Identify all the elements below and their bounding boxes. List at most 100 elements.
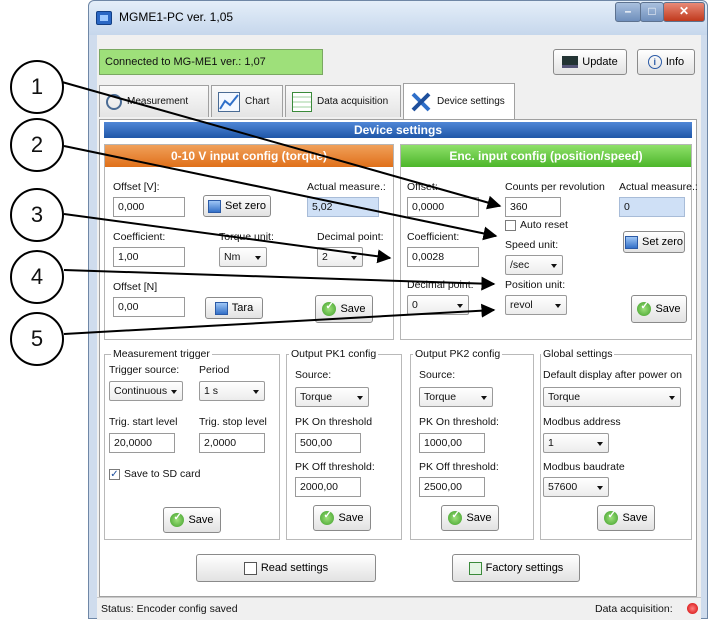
- output-pk1-title: Output PK1 config: [289, 348, 379, 360]
- pk1-save-button[interactable]: Save: [313, 505, 371, 531]
- auto-reset-checkbox[interactable]: [505, 220, 516, 231]
- client-area: Connected to MG-ME1 ver.: 1,07 Update i …: [97, 35, 701, 620]
- pk2-on-label: PK On threshold:: [419, 416, 499, 428]
- tab-device-settings[interactable]: Device settings: [403, 83, 515, 119]
- tab-measurement[interactable]: Measurement: [99, 85, 209, 117]
- input-config-save-button[interactable]: Save: [315, 295, 373, 323]
- save-to-sd-checkbox[interactable]: ✓: [109, 469, 120, 480]
- torque-unit-label: Torque unit:: [219, 231, 274, 243]
- tab-label: Data acquisition: [317, 96, 389, 107]
- callout-1: 1: [10, 60, 64, 114]
- app-icon: [96, 11, 112, 25]
- enc-decimal-point-select[interactable]: 0: [407, 295, 469, 315]
- modbus-address-select[interactable]: 1: [543, 433, 609, 453]
- read-settings-button[interactable]: Read settings: [196, 554, 376, 582]
- pk2-off-field[interactable]: 2500,00: [419, 477, 485, 497]
- trigger-save-button[interactable]: Save: [163, 507, 221, 533]
- offset-n-field[interactable]: 0,00: [113, 297, 185, 317]
- status-bar: Status: Encoder config saved Data acquis…: [97, 597, 701, 619]
- decimal-point-label: Decimal point:: [317, 231, 384, 243]
- arrow-down-icon: [208, 199, 222, 213]
- connection-status: Connected to MG-ME1 ver.: 1,07: [99, 49, 323, 75]
- save-label: Save: [622, 512, 648, 524]
- close-button[interactable]: ✕: [663, 2, 705, 22]
- offset-v-field[interactable]: 0,000: [113, 197, 185, 217]
- save-label: Save: [338, 512, 364, 524]
- tab-chart[interactable]: Chart: [211, 85, 283, 117]
- enc-set-zero-button[interactable]: Set zero: [623, 231, 685, 253]
- modbus-baudrate-label: Modbus baudrate: [543, 461, 625, 473]
- default-display-label: Default display after power on: [543, 369, 682, 381]
- trig-stop-field[interactable]: 2,0000: [199, 433, 265, 453]
- offset-n-label: Offset [N]: [113, 281, 158, 293]
- pk2-source-select[interactable]: Torque: [419, 387, 493, 407]
- info-label: Info: [665, 56, 685, 68]
- factory-settings-button[interactable]: Factory settings: [452, 554, 580, 582]
- global-save-button[interactable]: Save: [597, 505, 655, 531]
- trigger-source-value: Continuous: [114, 385, 168, 397]
- pk1-source-select[interactable]: Torque: [295, 387, 369, 407]
- enc-actual-label: Actual measure.:: [619, 181, 698, 193]
- trig-stop-label: Trig. stop level: [199, 416, 267, 428]
- enc-offset-label: Offset:: [407, 181, 438, 193]
- data-acquisition-indicator: [687, 603, 698, 614]
- minimize-button[interactable]: –: [615, 2, 641, 22]
- auto-reset-label: Auto reset: [520, 219, 568, 231]
- default-display-value: Torque: [548, 391, 581, 403]
- save-label: Save: [466, 512, 492, 524]
- trigger-source-select[interactable]: Continuous: [109, 381, 183, 401]
- pk1-on-field[interactable]: 500,00: [295, 433, 361, 453]
- input-config-panel: 0-10 V input config (torque) Offset [V]:…: [104, 144, 394, 340]
- enc-offset-field[interactable]: 0,0000: [407, 197, 479, 217]
- enc-config-panel: Enc. input config (position/speed) Offse…: [400, 144, 698, 340]
- period-select[interactable]: 1 s: [199, 381, 265, 401]
- window-title: MGME1-PC ver. 1,05: [119, 10, 234, 24]
- save-label: Save: [188, 514, 214, 526]
- set-zero-button[interactable]: Set zero: [203, 195, 271, 217]
- offset-v-label: Offset [V]:: [113, 181, 160, 193]
- output-pk2-title: Output PK2 config: [413, 348, 503, 360]
- pk2-source-label: Source:: [419, 369, 456, 381]
- coefficient-field[interactable]: 1,00: [113, 247, 185, 267]
- factory-settings-label: Factory settings: [485, 562, 564, 574]
- torque-unit-select[interactable]: Nm: [219, 247, 267, 267]
- callout-2: 2: [10, 118, 64, 172]
- device-settings-title: Device settings: [104, 122, 692, 138]
- tools-icon: [410, 91, 432, 113]
- decimal-point-select[interactable]: 2: [317, 247, 363, 267]
- callout-5: 5: [10, 312, 64, 366]
- position-unit-select[interactable]: revol: [505, 295, 567, 315]
- pk2-source-value: Torque: [424, 391, 457, 403]
- pk1-on-label: PK On threshold: [295, 416, 373, 428]
- check-icon: [604, 510, 619, 525]
- output-pk1-group: Output PK1 config Source: Torque PK On t…: [286, 348, 402, 540]
- tara-button[interactable]: Tara: [205, 297, 263, 319]
- position-unit-value: revol: [510, 299, 533, 311]
- pk1-off-field[interactable]: 2000,00: [295, 477, 361, 497]
- enc-coefficient-field[interactable]: 0,0028: [407, 247, 479, 267]
- modbus-baudrate-value: 57600: [548, 481, 578, 493]
- period-value: 1 s: [204, 385, 219, 397]
- maximize-button[interactable]: □: [640, 2, 664, 22]
- trigger-source-label: Trigger source:: [109, 364, 180, 376]
- speed-unit-select[interactable]: /sec: [505, 255, 563, 275]
- tab-data-acquisition[interactable]: Data acquisition: [285, 85, 401, 117]
- info-button[interactable]: i Info: [637, 49, 695, 75]
- pk2-on-field[interactable]: 1000,00: [419, 433, 485, 453]
- output-pk2-group: Output PK2 config Source: Torque PK On t…: [410, 348, 534, 540]
- period-label: Period: [199, 364, 230, 376]
- torque-unit-value: Nm: [224, 251, 241, 263]
- counts-per-rev-field[interactable]: 360: [505, 197, 561, 217]
- input-config-header: 0-10 V input config (torque): [105, 145, 393, 167]
- measurement-trigger-group: Measurement trigger Trigger source: Cont…: [104, 348, 280, 540]
- measurement-trigger-title: Measurement trigger: [111, 348, 212, 360]
- default-display-select[interactable]: Torque: [543, 387, 681, 407]
- title-bar[interactable]: MGME1-PC ver. 1,05 – □ ✕: [89, 1, 707, 35]
- trig-start-field[interactable]: 20,0000: [109, 433, 175, 453]
- modbus-address-label: Modbus address: [543, 416, 621, 428]
- pk2-save-button[interactable]: Save: [441, 505, 499, 531]
- pk1-source-label: Source:: [295, 369, 332, 381]
- enc-config-save-button[interactable]: Save: [631, 295, 687, 323]
- update-button[interactable]: Update: [553, 49, 627, 75]
- modbus-baudrate-select[interactable]: 57600: [543, 477, 609, 497]
